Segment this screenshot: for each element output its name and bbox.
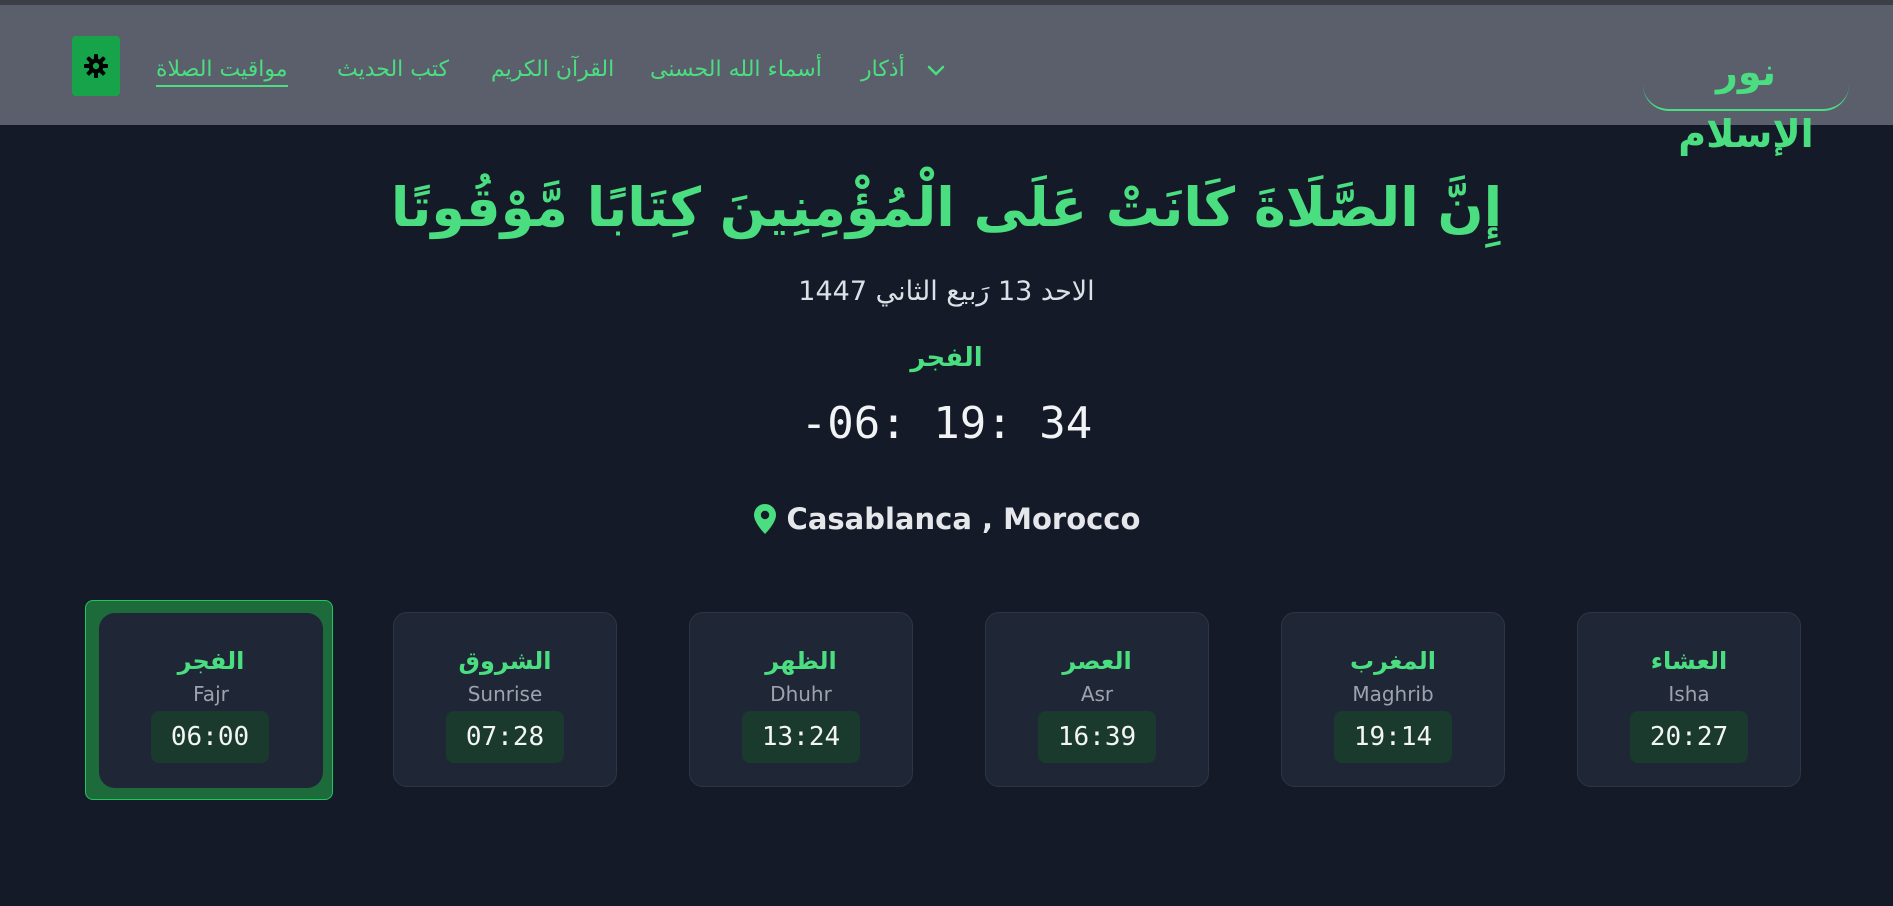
prayer-time: 20:27 [1630,711,1748,763]
prayer-name-ar: المغرب [1350,647,1436,675]
navbar: مواقيت الصلاة كتب الحديث القرآن الكريم أ… [0,5,1893,156]
theme-toggle-button[interactable] [72,36,120,96]
nav-hadith-books[interactable]: كتب الحديث [337,55,449,85]
prayer-name-ar: الشروق [458,647,552,675]
prayer-card: الفجر Fajr 06:00 [99,613,323,788]
quran-verse: إِنَّ الصَّلَاةَ كَانَتْ عَلَى الْمُؤْمِ… [390,176,1503,239]
prayer-name-ar: العصر [1062,647,1132,675]
map-pin-icon [753,504,776,534]
countdown-timer: -06: 19: 34 [800,398,1093,449]
prayer-name-en: Fajr [193,682,229,706]
prayer-time: 06:00 [151,711,269,763]
chevron-down-icon[interactable] [925,63,947,79]
nav-prayer-times[interactable]: مواقيت الصلاة [156,55,288,87]
prayer-name-en: Dhuhr [770,682,832,706]
prayer-name-ar: الفجر [177,647,245,675]
prayer-time: 19:14 [1334,711,1452,763]
prayer-time: 16:39 [1038,711,1156,763]
site-logo[interactable]: نور الإسلام [1643,41,1849,156]
nav-names-of-allah[interactable]: أسماء الله الحسنى [650,55,822,85]
prayer-card-maghrib[interactable]: المغرب Maghrib 19:14 [1281,612,1505,787]
nav-quran[interactable]: القرآن الكريم [491,55,614,85]
prayer-time: 07:28 [446,711,564,763]
prayer-name-en: Sunrise [467,682,543,706]
next-prayer-name: الفجر [910,343,983,373]
prayer-name-en: Asr [1080,682,1114,706]
prayer-name-en: Isha [1668,682,1710,706]
location[interactable]: Casablanca , Morocco [0,502,1893,536]
prayer-name-en: Maghrib [1352,682,1434,706]
prayer-card-isha[interactable]: العشاء Isha 20:27 [1577,612,1801,787]
sun-gear-icon [84,54,108,78]
prayer-card-sunrise[interactable]: الشروق Sunrise 07:28 [393,612,617,787]
prayer-name-ar: العشاء [1650,647,1728,675]
hijri-date: الاحد 13 رَبيع الثاني 1447 [798,276,1095,307]
prayer-time: 13:24 [742,711,860,763]
nav-adhkar-dropdown[interactable]: أذكار [861,55,905,85]
prayer-card-asr[interactable]: العصر Asr 16:39 [985,612,1209,787]
prayer-name-ar: الظهر [765,647,837,675]
location-text: Casablanca , Morocco [786,502,1141,536]
prayer-card-fajr-active[interactable]: الفجر Fajr 06:00 [85,600,333,800]
prayer-card-dhuhr[interactable]: الظهر Dhuhr 13:24 [689,612,913,787]
